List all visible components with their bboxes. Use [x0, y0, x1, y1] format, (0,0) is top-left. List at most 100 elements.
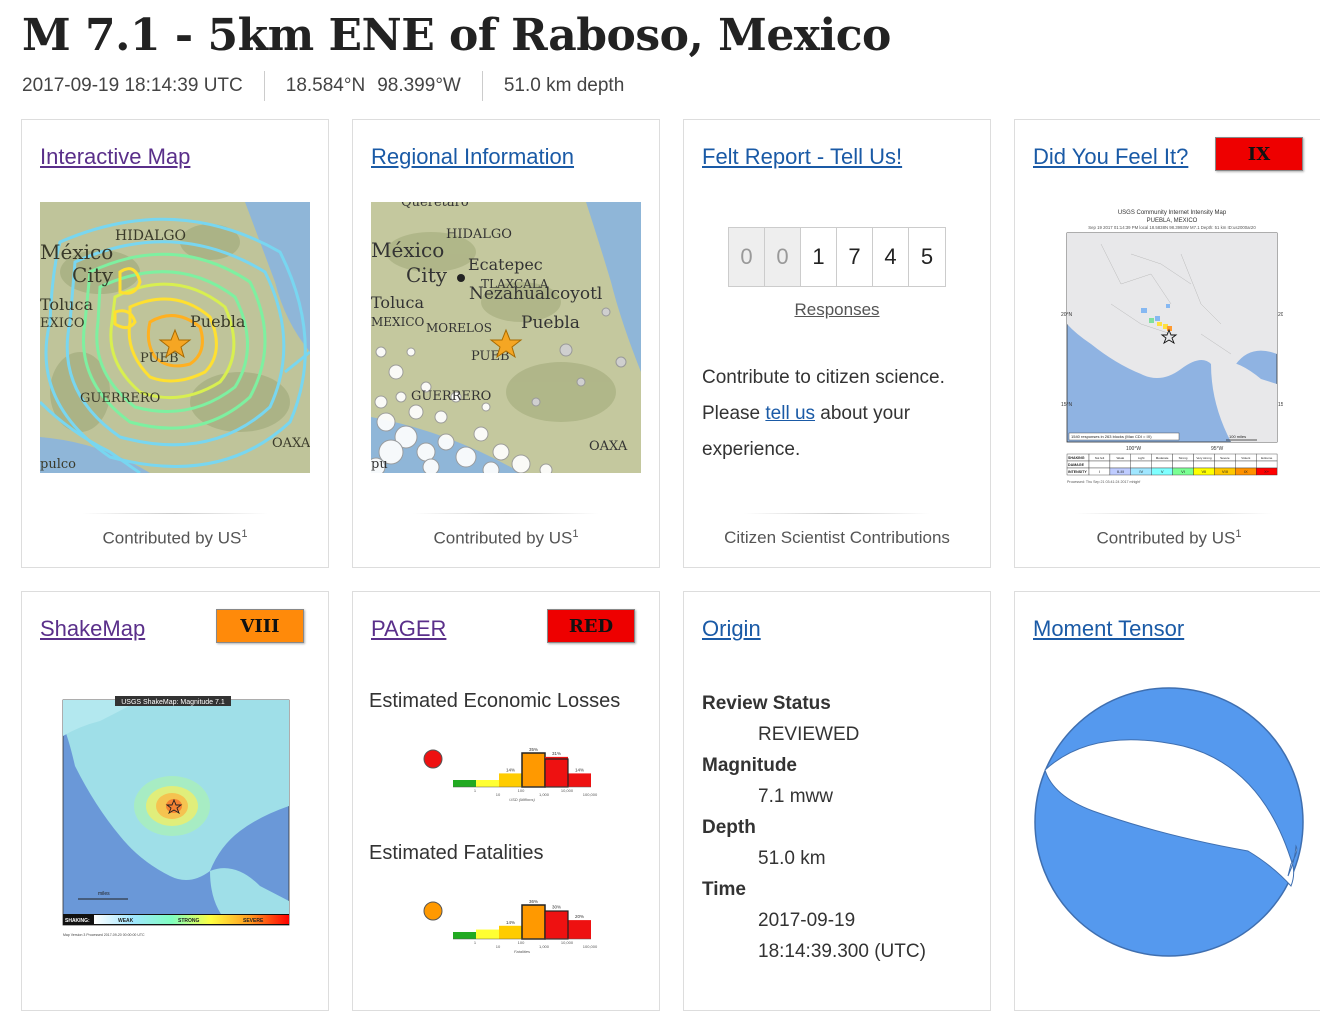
map-label: GUERRERO	[80, 391, 160, 406]
moment-tensor-beachball[interactable]	[1033, 686, 1305, 958]
event-title: M 7.1 - 5km ENE of Raboso, Mexico	[22, 10, 891, 61]
legend-shaking-label: Light	[1138, 456, 1145, 460]
shakemap-scale-title: miles	[98, 891, 110, 897]
pager-alert-dot-icon	[423, 749, 443, 769]
histogram-tick-label: 100,000	[583, 944, 598, 949]
histogram-tick-label: 10	[496, 792, 501, 797]
histogram-percent-label: 35%	[529, 747, 538, 752]
card-regional-information[interactable]: Regional Information Querétaro HIDALGO M…	[352, 119, 660, 568]
shakemap-link[interactable]: ShakeMap	[40, 616, 145, 642]
histogram-tick-label: 100,000	[583, 792, 598, 797]
shakemap-weak-label: WEAK	[118, 918, 134, 924]
card-felt-report[interactable]: Felt Report - Tell Us! 0 0 1 7 4 5 Respo…	[683, 119, 991, 568]
map-label: City	[406, 263, 448, 287]
card-did-you-feel-it[interactable]: Did You Feel It? IX USGS Community Inter…	[1014, 119, 1320, 568]
footer-divider	[413, 513, 599, 514]
fatalities-histogram: 14% 36% 30% 20% 1 10 100 1,000 10,000 100,000 Fata…	[423, 899, 598, 954]
intensity-badge: IX	[1215, 137, 1303, 171]
pager-link[interactable]: PAGER	[371, 616, 446, 642]
legend-shaking-label: Weak	[1117, 456, 1125, 460]
card-interactive-map[interactable]: Interactive Map HIDALGO México City Tolu…	[21, 119, 329, 568]
origin-link[interactable]: Origin	[702, 616, 761, 642]
legend-intensity-label: V	[1161, 469, 1164, 474]
tell-us-link[interactable]: tell us	[765, 403, 815, 424]
footer-divider	[82, 513, 268, 514]
responses-link[interactable]: Responses	[684, 300, 990, 320]
review-status-value: REVIEWED	[758, 724, 860, 745]
legend-row-label: INTENSITY	[1068, 470, 1087, 474]
legend-intensity-label: II-III	[1117, 469, 1124, 474]
map-label: MORELOS	[426, 321, 492, 335]
footnote-marker: 1	[572, 528, 579, 540]
counter-digit: 1	[801, 228, 837, 286]
depth-label: Depth	[702, 817, 756, 838]
card-pager[interactable]: PAGER RED Estimated Economic Losses 14% 3…	[352, 591, 660, 1011]
time-clock-value: 18:14:39.300 (UTC)	[758, 941, 926, 962]
pager-alert-badge: RED	[547, 609, 635, 643]
event-time: 2017-09-19 18:14:39 UTC	[22, 75, 243, 96]
interactive-map-thumbnail[interactable]: HIDALGO México City Toluca EXICO Puebla …	[40, 202, 310, 473]
histogram-tick-label: 1,000	[539, 792, 550, 797]
legend-shaking-label: Severe	[1220, 456, 1230, 460]
response-counter: 0 0 1 7 4 5	[728, 227, 946, 287]
map-label: OAXA	[589, 439, 628, 454]
dyfi-lat-label: 15°N	[1278, 402, 1283, 408]
card-moment-tensor[interactable]: Moment Tensor	[1014, 591, 1320, 1011]
card-origin[interactable]: Origin Review Status REVIEWED Magnitude …	[683, 591, 991, 1011]
card-footer: Contributed by US1	[1015, 528, 1320, 549]
histogram-bar	[521, 752, 546, 788]
fatalities-label: Estimated Fatalities	[369, 842, 544, 864]
footnote-marker: 1	[1235, 528, 1242, 540]
histogram-tick-label: 1	[474, 940, 477, 945]
card-footer: Citizen Scientist Contributions	[724, 528, 950, 547]
legend-shaking-label: Very strong	[1196, 456, 1212, 460]
divider	[263, 71, 265, 101]
map-label: HIDALGO	[446, 227, 512, 242]
histogram-tick-label: 1,000	[539, 944, 550, 949]
histogram-bar	[453, 932, 476, 939]
dyfi-lat-label: 20°N	[1061, 312, 1073, 318]
magnitude-value: 7.1 mww	[758, 786, 833, 807]
footer-divider	[744, 513, 930, 514]
dyfi-processed: Processed: Thu Sep 21 03:41:24 2017 mhig…	[1067, 480, 1140, 484]
map-label: City	[72, 263, 114, 287]
regional-map-thumbnail[interactable]: Querétaro HIDALGO México City Ecatepec T…	[371, 202, 641, 473]
counter-digit: 4	[873, 228, 909, 286]
legend-row-label: DAMAGE	[1068, 463, 1085, 467]
legend-intensity-label: IX	[1244, 469, 1248, 474]
legend-shaking-label: Extreme	[1261, 456, 1273, 460]
depth-value: 51.0 km	[758, 848, 826, 869]
origin-details: Review Status REVIEWED Magnitude 7.1 mww…	[702, 688, 926, 967]
dyfi-map-title: USGS Community Internet Intensity Map	[1118, 210, 1227, 216]
legend-shaking-label: Strong	[1179, 456, 1188, 460]
map-label: GUERRERO	[411, 389, 491, 404]
map-label: Puebla	[521, 313, 580, 333]
histogram-percent-label: 30%	[552, 905, 561, 910]
histogram-tick-label: 10,000	[561, 940, 574, 945]
did-you-feel-it-link[interactable]: Did You Feel It?	[1033, 144, 1188, 170]
histogram-bar	[476, 929, 499, 939]
histogram-unit-label: Fatalities	[514, 949, 530, 954]
time-label: Time	[702, 879, 747, 900]
histogram-percent-label: 14%	[506, 767, 515, 772]
histogram-bar	[545, 756, 568, 787]
card-footer: Contributed by US1	[353, 528, 659, 549]
histogram-bar	[453, 780, 476, 787]
regional-information-link[interactable]: Regional Information	[371, 144, 574, 170]
card-shakemap[interactable]: ShakeMap VIII USGS ShakeMap: Magnitude 7…	[21, 591, 329, 1011]
legend-row-label: SHAKING	[1068, 456, 1085, 460]
event-latitude: 18.584°N	[285, 75, 366, 96]
shakemap-thumbnail[interactable]: USGS ShakeMap: Magnitude 7.1 miles SHAKI…	[60, 696, 292, 942]
dyfi-map-thumbnail[interactable]: USGS Community Internet Intensity Map PU…	[1061, 204, 1283, 484]
legend-intensity-label: VIII	[1222, 469, 1228, 474]
dyfi-lon-label: 95°W	[1211, 446, 1224, 452]
time-date-value: 2017-09-19	[758, 910, 856, 931]
moment-tensor-link[interactable]: Moment Tensor	[1033, 616, 1184, 642]
footer-text: Contributed by US	[102, 528, 242, 548]
counter-digit: 5	[909, 228, 945, 286]
interactive-map-link[interactable]: Interactive Map	[40, 144, 190, 170]
review-status-label: Review Status	[702, 693, 831, 714]
felt-report-link[interactable]: Felt Report - Tell Us!	[702, 144, 902, 170]
histogram-percent-label: 36%	[529, 899, 538, 904]
histogram-tick-label: 10,000	[561, 788, 574, 793]
